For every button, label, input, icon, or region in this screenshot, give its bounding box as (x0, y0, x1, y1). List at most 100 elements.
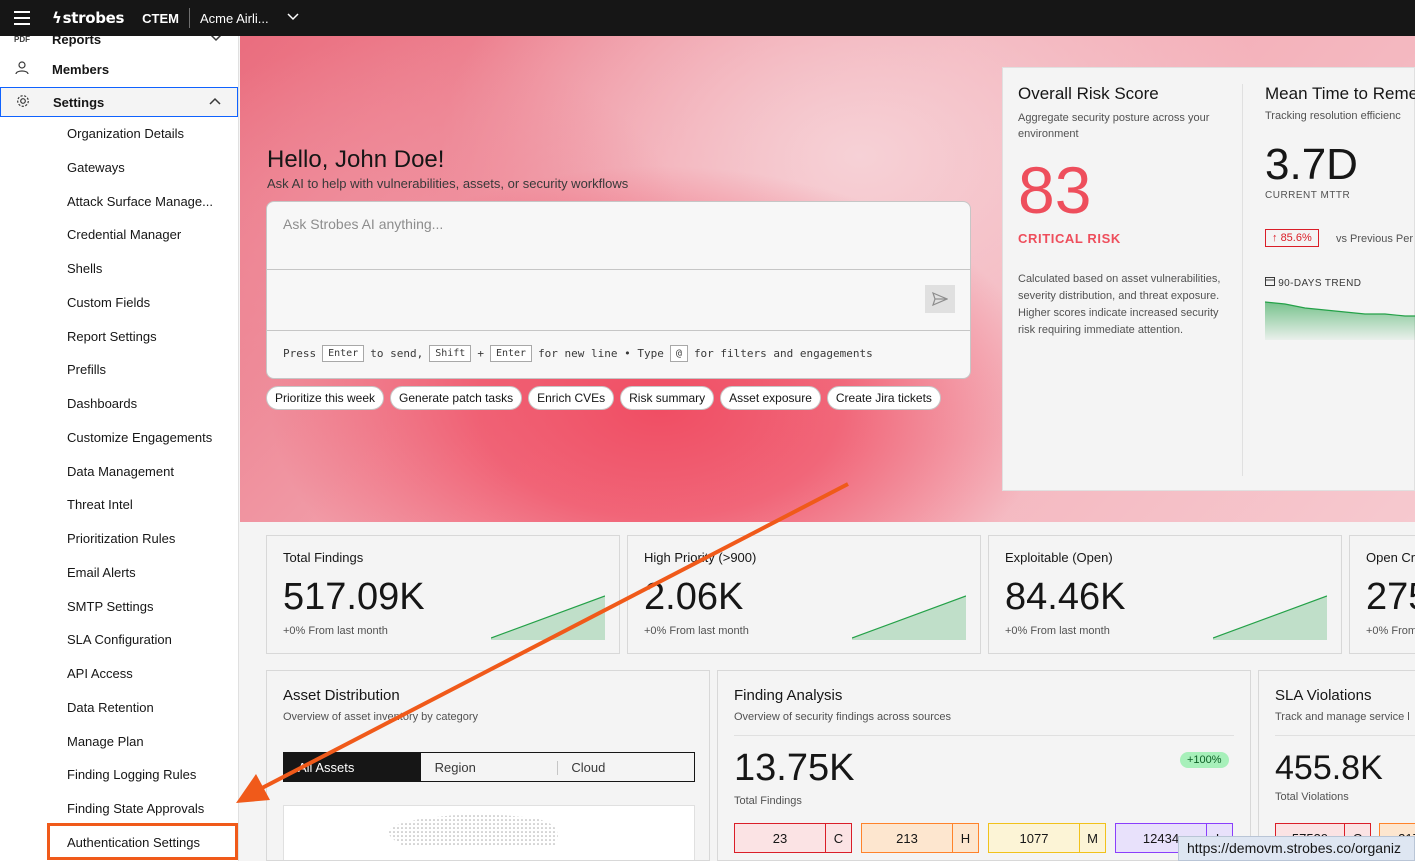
mttr-title: Mean Time to Reme (1265, 84, 1415, 103)
stat-sparkline (852, 595, 966, 640)
sidebar-subitem[interactable]: Finding Logging Rules (67, 767, 196, 782)
sla-violations-card: SLA Violations Track and manage service … (1258, 670, 1415, 861)
sidebar-subitem[interactable]: Report Settings (67, 329, 157, 344)
chevron-down-icon (210, 36, 222, 45)
chip-patch-tasks[interactable]: Generate patch tasks (390, 386, 523, 410)
mttr-vs: vs Previous Per (1336, 233, 1414, 245)
chip-enrich-cves[interactable]: Enrich CVEs (528, 386, 615, 410)
sidebar-subitem[interactable]: Email Alerts (67, 565, 136, 580)
sidebar-subitem[interactable]: Shells (67, 261, 102, 276)
sidebar-subitem[interactable]: Data Retention (67, 700, 154, 715)
sidebar-subitem[interactable]: Attack Surface Manage... (67, 194, 213, 209)
sidebar-item-reports[interactable]: PDF Reports (0, 36, 238, 54)
sidebar-subitem[interactable]: Organization Details (67, 126, 184, 141)
stat-value: 275 (1366, 576, 1415, 618)
hint-text: Press (283, 347, 317, 360)
sidebar-subitem[interactable]: Data Management (67, 464, 174, 479)
keyboard-hint: Press Enter to send, Shift + Enter for n… (283, 345, 873, 362)
finding-analysis-card: Finding Analysis Overview of security fi… (717, 670, 1251, 861)
sidebar-subitem[interactable]: Finding State Approvals (67, 801, 204, 816)
menu-icon[interactable] (0, 0, 44, 36)
logo-text: strobes (62, 9, 125, 27)
stat-sub: +0% From last month (1005, 625, 1110, 637)
stat-card-high-priority[interactable]: High Priority (>900) 2.06K +0% From last… (627, 535, 981, 654)
sidebar-item-label: Members (52, 61, 110, 77)
strobes-logo[interactable]: ϟstrobes (52, 9, 124, 27)
risk-panel: Overall Risk Score Aggregate security po… (1002, 67, 1415, 491)
mttr-caption: CURRENT MTTR (1265, 190, 1351, 201)
stat-title: Total Findings (283, 550, 364, 565)
finding-total: 13.75K (734, 747, 855, 789)
mttr-change: 85.6% (1280, 232, 1312, 244)
sidebar-item-members[interactable]: Members (0, 54, 238, 84)
divider (189, 8, 190, 28)
stat-card-total-findings[interactable]: Total Findings 517.09K +0% From last mon… (266, 535, 620, 654)
risk-subtitle: Aggregate security posture across your e… (1018, 112, 1210, 140)
sidebar-subitem[interactable]: Manage Plan (67, 734, 144, 749)
risk-title: Overall Risk Score (1018, 84, 1159, 103)
severity-letter: H (952, 824, 978, 852)
sidebar-subitem[interactable]: Dashboards (67, 396, 137, 411)
sidebar-item-settings[interactable]: Settings (0, 87, 238, 117)
world-map (283, 805, 695, 860)
stat-title: Open Cri (1366, 550, 1415, 565)
sidebar-subitem[interactable]: Gateways (67, 160, 125, 175)
sidebar-item-label: Reports (52, 36, 102, 47)
chip-prioritize[interactable]: Prioritize this week (266, 386, 385, 410)
severity-high[interactable]: 213 H (861, 823, 979, 853)
sidebar-subitem[interactable]: SMTP Settings (67, 599, 153, 614)
stat-sparkline (491, 595, 605, 640)
mttr-subtitle: Tracking resolution efficienc (1265, 110, 1401, 122)
stat-card-exploitable[interactable]: Exploitable (Open) 84.46K +0% From last … (988, 535, 1342, 654)
pdf-icon: PDF (14, 36, 30, 44)
stat-card-open-critical[interactable]: Open Cri 275 +0% From (1349, 535, 1415, 654)
severity-letter: M (1079, 824, 1105, 852)
tab-cloud[interactable]: Cloud (557, 753, 694, 781)
chevron-down-icon[interactable] (287, 12, 299, 24)
asset-tabs: All Assets Region Cloud (283, 752, 695, 782)
highlight-box (47, 823, 238, 860)
divider (267, 269, 970, 270)
org-switcher[interactable]: Acme Airli... (200, 11, 269, 26)
sidebar-subitem[interactable]: Prefills (67, 362, 106, 377)
sidebar-subitem[interactable]: Threat Intel (67, 497, 133, 512)
sidebar-subitem[interactable]: API Access (67, 666, 133, 681)
severity-medium[interactable]: 1077 M (988, 823, 1106, 853)
sla-total: 455.8K (1275, 749, 1383, 787)
sidebar-subitem[interactable]: Prioritization Rules (67, 531, 175, 546)
chip-jira-tickets[interactable]: Create Jira tickets (826, 386, 941, 410)
send-button[interactable] (925, 285, 955, 313)
chip-risk-summary[interactable]: Risk summary (620, 386, 715, 410)
hint-text: to send, (370, 347, 424, 360)
tab-region[interactable]: Region (421, 753, 558, 781)
kbd-shift: Shift (429, 345, 472, 362)
hint-text: + (477, 347, 484, 360)
tab-all-assets[interactable]: All Assets (284, 753, 421, 781)
arrow-up-icon: ↑ (1272, 232, 1278, 244)
hint-text: for filters and engagements (693, 347, 873, 360)
severity-letter: C (825, 824, 851, 852)
severity-count: 1077 (1019, 830, 1049, 846)
stat-title: High Priority (>900) (644, 550, 757, 565)
mttr-sparkline (1265, 301, 1415, 340)
ai-prompt-box[interactable]: Ask Strobes AI anything... Press Enter t… (266, 201, 971, 379)
sidebar: PDF Reports Members Settings Organizatio… (0, 36, 239, 861)
stat-sparkline (1213, 595, 1327, 640)
sidebar-subitem[interactable]: Credential Manager (67, 227, 181, 242)
card-title: Asset Distribution (283, 687, 400, 704)
kbd-at: @ (669, 345, 688, 362)
gear-icon (15, 94, 31, 111)
ai-prompt-input[interactable]: Ask Strobes AI anything... (283, 216, 443, 232)
stat-title: Exploitable (Open) (1005, 550, 1113, 565)
severity-critical[interactable]: 23 C (734, 823, 852, 853)
world-map-dots (388, 814, 558, 846)
stat-sub: +0% From last month (644, 625, 749, 637)
card-subtitle: Track and manage service l (1275, 711, 1410, 723)
severity-count: 23 (772, 830, 788, 846)
sidebar-subitem[interactable]: Customize Engagements (67, 430, 212, 445)
sidebar-subitem[interactable]: Custom Fields (67, 295, 150, 310)
chip-asset-exposure[interactable]: Asset exposure (720, 386, 821, 410)
stat-value: 517.09K (283, 576, 425, 618)
finding-total-label: Total Findings (734, 795, 802, 807)
sidebar-subitem[interactable]: SLA Configuration (67, 632, 172, 647)
